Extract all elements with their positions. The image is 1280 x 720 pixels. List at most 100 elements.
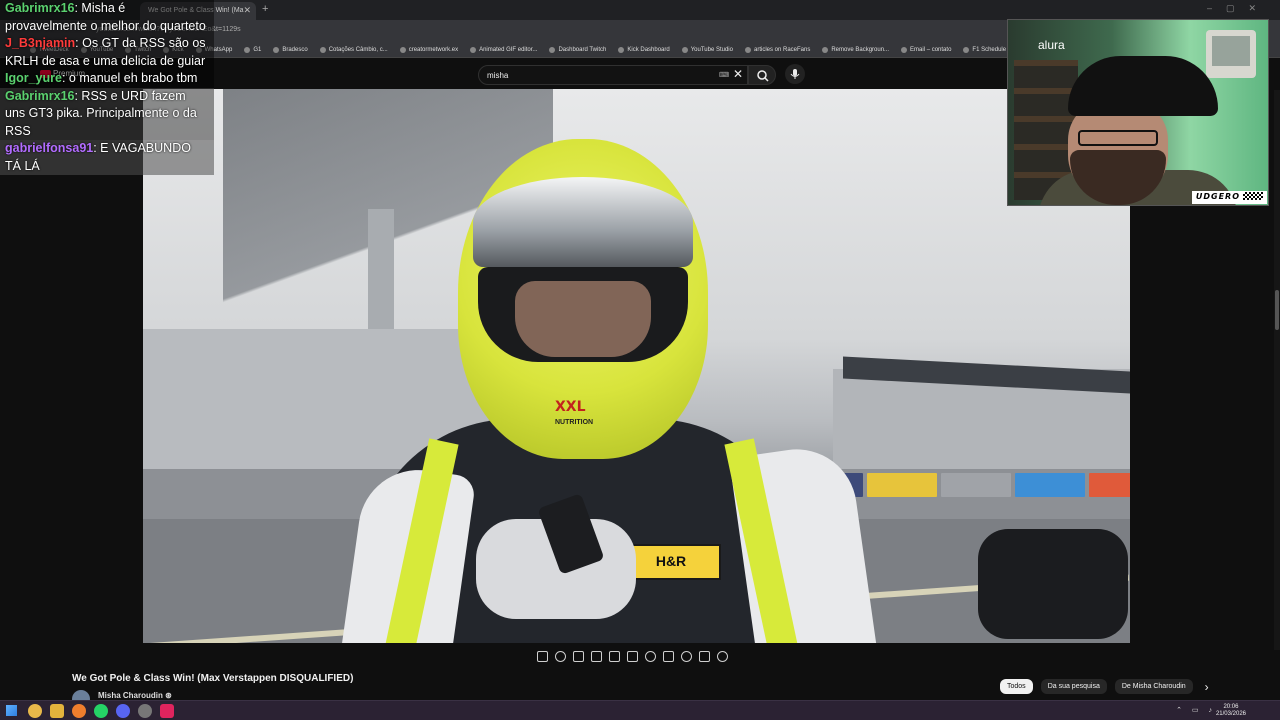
clock-date: 21/03/2026 [1215, 711, 1246, 717]
voice-search-button[interactable] [785, 64, 805, 84]
banner [1089, 473, 1130, 497]
bookmark-favicon-icon [273, 46, 280, 53]
new-tab-icon[interactable]: + [262, 3, 268, 15]
app-icon[interactable] [72, 704, 86, 718]
chat-message: J_B3njamin: Os GT da RSS são os KRLH de … [0, 35, 214, 70]
webcam-streamer-glasses [1078, 130, 1158, 146]
keyboard-icon[interactable]: ⌨ [719, 71, 729, 79]
webcam-streamer-logo: UDGERO [1191, 191, 1267, 204]
bookmark-label: Cotações Câmbio, c... [328, 46, 388, 53]
speed-icon[interactable] [645, 650, 656, 662]
whatsapp-icon[interactable] [94, 704, 108, 718]
chat-username: Gabrimrx16 [5, 88, 75, 103]
bookmark-label: Bradesco [282, 46, 308, 53]
chevron-right-icon[interactable]: › [1205, 680, 1209, 694]
video-title: We Got Pole & Class Win! (Max Verstappen… [72, 673, 354, 684]
taskbar-apps [28, 704, 174, 718]
window-controls[interactable]: –▢✕ [1207, 3, 1270, 14]
video-frame-hr-badge: H&R [621, 544, 721, 580]
miniplayer-icon[interactable] [573, 650, 584, 662]
bookmark-item[interactable]: Animated GIF editor... [470, 46, 538, 53]
bookmark-label: Dashboard Twitch [558, 46, 607, 53]
clear-search-icon[interactable]: ✕ [733, 67, 743, 81]
bookmark-favicon-icon [319, 46, 326, 53]
chat-message: Igor_yure: o manuel eh brabo tbm [0, 70, 214, 88]
screen: We Got Pole & Class Win! (Ma ✕ + –▢✕ you… [0, 0, 1280, 720]
taskbar-clock[interactable]: 20:06 21/03/2026 [1216, 704, 1246, 718]
broadcast-icon[interactable] [555, 650, 566, 662]
bookmark-item[interactable]: Bradesco [273, 46, 308, 53]
obs-icon[interactable] [138, 704, 152, 718]
bookmark-item[interactable]: YouTube Studio [681, 46, 733, 53]
search-icon [757, 70, 769, 82]
calendar-icon[interactable] [591, 650, 602, 662]
screen-icon[interactable] [609, 650, 620, 662]
page-scrollbar[interactable] [1274, 90, 1280, 650]
chat-username: J_B3njamin [5, 36, 76, 50]
chip-from-channel[interactable]: De Misha Charoudin [1114, 679, 1193, 694]
banner [867, 473, 937, 497]
bookmark-favicon-icon [399, 46, 406, 53]
bookmark-label: Email – contato [910, 46, 952, 53]
clock-time: 20:06 [1223, 704, 1239, 710]
chip-from-search[interactable]: Da sua pesquisa [1040, 679, 1107, 694]
chrome-icon[interactable] [28, 704, 42, 718]
bookmark-favicon-icon [901, 46, 908, 53]
scrollbar-thumb[interactable] [1275, 290, 1279, 330]
bookmark-favicon-icon [822, 46, 829, 53]
bookmark-favicon-icon [244, 46, 251, 53]
bookmark-label: Animated GIF editor... [479, 46, 538, 53]
banner [941, 473, 1011, 497]
related-filter-chips: Todos Da sua pesquisa De Misha Charoudin… [1000, 679, 1209, 694]
channel-name[interactable]: Misha Charoudin ⊛ [98, 691, 172, 700]
loop-icon[interactable] [537, 650, 548, 662]
player-controls [537, 648, 728, 664]
bookmark-favicon-icon [618, 46, 625, 53]
webcam-streamer-cap [1068, 56, 1218, 116]
bookmark-label: Remove Backgroun... [831, 46, 890, 53]
video-frame-helmet-sublogo: NUTRITION [555, 419, 594, 426]
chat-username: Gabrimrx16 [5, 1, 75, 15]
bookmark-label: creatormetwork.ex [408, 46, 459, 53]
flask-icon[interactable] [699, 650, 710, 662]
webcam-overlay: alura UDGERO [1007, 19, 1269, 206]
bookmark-item[interactable]: Kick Dashboard [618, 46, 670, 53]
bookmark-item[interactable]: Email – contato [901, 46, 952, 53]
bookmark-item[interactable]: Remove Backgroun... [822, 46, 890, 53]
bookmark-item[interactable]: Cotações Câmbio, c... [319, 46, 388, 53]
webcam-retro-monitor-screen [1212, 36, 1250, 66]
bookmark-label: G1 [253, 46, 262, 53]
theater-icon[interactable] [627, 650, 638, 662]
bookmark-label: Kick Dashboard [627, 46, 670, 53]
video-frame-visor [473, 177, 693, 267]
video-player[interactable]: H&R XXL NUTRITION [143, 89, 1130, 643]
discord-icon[interactable] [116, 704, 130, 718]
fullscreen-icon[interactable] [663, 650, 674, 662]
folder-icon[interactable] [50, 704, 64, 718]
search-button[interactable] [748, 65, 776, 85]
gear-icon[interactable] [717, 650, 728, 662]
close-tab-icon[interactable]: ✕ [243, 5, 251, 16]
bookmark-label: YouTube Studio [690, 46, 733, 53]
chat-username: Igor_yure [5, 71, 62, 85]
chat-text: : o manuel eh brabo tbm [61, 71, 198, 85]
chat-username: gabrielfonsa91 [5, 141, 94, 155]
bookmark-item[interactable]: G1 [244, 46, 262, 53]
bookmark-item[interactable]: creatormetwork.ex [399, 46, 459, 53]
windows-start-icon[interactable] [6, 705, 17, 716]
bookmark-label: articles on RaceFans [753, 46, 811, 53]
bookmark-favicon-icon [744, 46, 751, 53]
camera-icon[interactable] [681, 650, 692, 662]
chip-all[interactable]: Todos [1000, 679, 1033, 694]
video-frame-helmet-logo: XXL [555, 399, 586, 415]
chat-message: Gabrimrx16: Misha é provavelmente o melh… [0, 0, 214, 35]
bookmark-item[interactable]: Dashboard Twitch [549, 46, 607, 53]
bookmark-item[interactable]: articles on RaceFans [744, 46, 811, 53]
system-tray-icons[interactable]: ⌃ ▭ ♪ [1176, 706, 1216, 714]
webcam-alura-sign: alura [1038, 38, 1065, 52]
microphone-icon [790, 69, 800, 79]
app-icon[interactable] [160, 704, 174, 718]
chat-message: gabrielfonsa91: E VAGABUNDO TÁ LÁ [0, 140, 214, 175]
video-frame-glove-right [978, 529, 1128, 639]
search-input[interactable]: misha [478, 65, 748, 85]
